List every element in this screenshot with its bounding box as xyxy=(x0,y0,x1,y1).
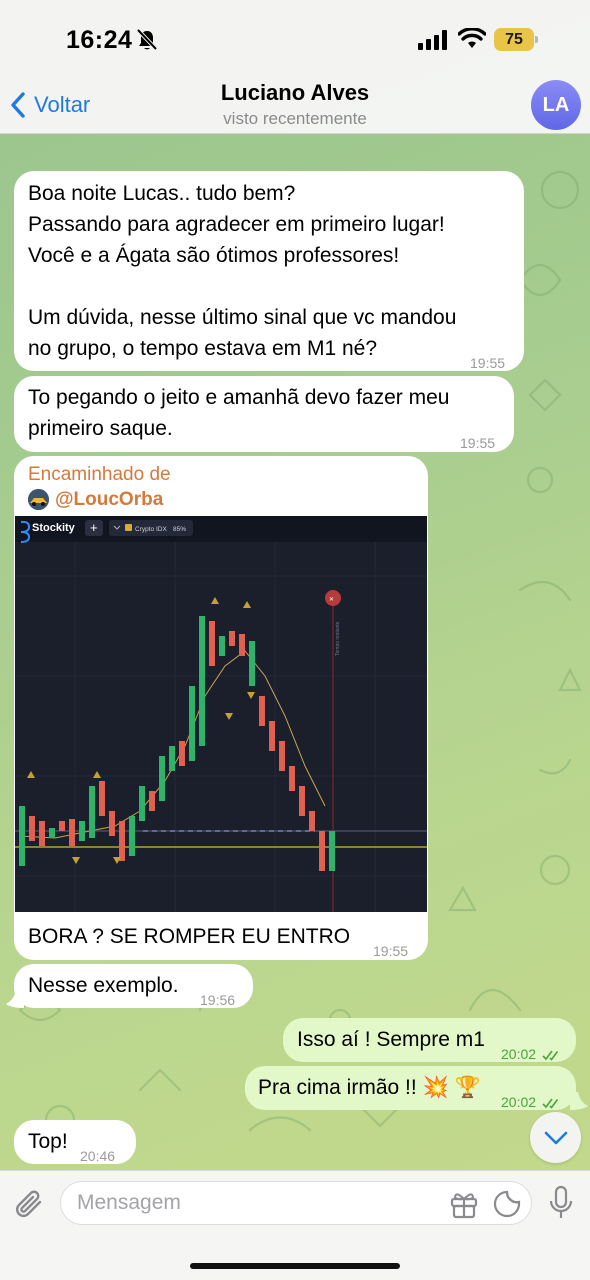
signal-icon xyxy=(418,30,447,50)
sticker-icon[interactable] xyxy=(492,1189,522,1219)
message-composer xyxy=(0,1170,590,1280)
message-time: 19:55 xyxy=(373,943,409,959)
forwarded-label: Encaminhado de xyxy=(28,464,171,485)
chat-last-seen: visto recentemente xyxy=(223,109,367,128)
avatar[interactable]: LA xyxy=(531,80,581,130)
gift-icon[interactable] xyxy=(449,1189,479,1219)
svg-text:✕: ✕ xyxy=(329,597,334,603)
add-asset-button: + xyxy=(90,520,98,535)
trading-chart-image[interactable]: Stockity + Crypto IDX 85% ✕ Tempo restan… xyxy=(15,516,427,912)
bell-off-icon xyxy=(136,28,158,51)
message-text: Boa noite Lucas.. tudo bem? Passando par… xyxy=(28,182,457,360)
message-text: To pegando o jeito e amanhã devo fazer m… xyxy=(28,386,450,440)
message-bubble-incoming[interactable]: To pegando o jeito e amanhã devo fazer m… xyxy=(14,376,514,452)
candle xyxy=(99,781,105,816)
candle xyxy=(159,756,165,801)
candle xyxy=(249,641,255,686)
candle xyxy=(289,766,295,791)
candle xyxy=(299,786,305,816)
candle xyxy=(269,721,275,751)
forwarded-username: @LoucOrba xyxy=(55,489,164,510)
candle xyxy=(39,821,45,846)
time-remaining-marker: Tempo restante xyxy=(335,621,341,656)
candle xyxy=(169,746,175,771)
candle xyxy=(29,816,35,841)
candle xyxy=(69,819,75,846)
candle xyxy=(109,811,115,836)
message-time: 19:55 xyxy=(460,435,496,451)
message-time: 19:55 xyxy=(470,355,506,371)
battery-level: 75 xyxy=(505,31,523,48)
double-check-icon xyxy=(542,1050,559,1061)
candle xyxy=(139,786,145,821)
scroll-to-bottom-button[interactable] xyxy=(530,1112,581,1163)
bubble-tail xyxy=(570,1092,588,1110)
message-bubble-incoming[interactable]: Boa noite Lucas.. tudo bem? Passando par… xyxy=(14,171,524,371)
asset-name: Crypto IDX xyxy=(135,526,167,533)
paperclip-icon[interactable] xyxy=(14,1187,46,1221)
wifi-icon xyxy=(458,28,486,48)
candle xyxy=(149,791,155,811)
candle xyxy=(209,621,215,666)
message-text: Nesse exemplo. xyxy=(28,974,179,997)
back-button[interactable]: Voltar xyxy=(10,88,90,122)
candle xyxy=(179,741,185,766)
candle xyxy=(79,821,85,841)
forwarded-from[interactable]: @LoucOrba xyxy=(28,487,171,512)
candle xyxy=(239,634,245,656)
chevron-left-icon xyxy=(11,92,25,118)
double-check-icon xyxy=(542,1098,559,1109)
candle xyxy=(49,828,55,838)
asset-payout: 85% xyxy=(173,526,186,533)
candle xyxy=(319,831,325,871)
candle xyxy=(219,636,225,656)
candle xyxy=(129,816,135,856)
candle xyxy=(19,806,25,866)
message-caption: BORA ? SE ROMPER EU ENTRO xyxy=(28,925,351,948)
candle xyxy=(259,696,265,726)
chat-title: Luciano Alves xyxy=(220,80,370,105)
candle xyxy=(189,686,195,761)
message-time-text: 20:02 xyxy=(501,1046,537,1062)
bubble-tail xyxy=(6,990,24,1008)
message-time: 20:46 xyxy=(80,1148,116,1164)
microphone-icon[interactable] xyxy=(548,1185,574,1221)
candle xyxy=(229,631,235,646)
candle xyxy=(89,786,95,838)
forwarded-avatar xyxy=(28,489,49,510)
battery-icon: 75 xyxy=(494,28,538,51)
message-bubble-incoming[interactable]: Nesse exemplo. 19:56 xyxy=(14,964,253,1008)
candle xyxy=(309,811,315,831)
message-bubble-outgoing[interactable]: Pra cima irmão !! 💥 🏆 20:02 xyxy=(245,1066,576,1110)
message-bubble-outgoing[interactable]: Isso aí ! Sempre m1 20:02 xyxy=(283,1018,576,1062)
forwarded-message-bubble[interactable]: Encaminhado de @LoucOrba Stockity + Cryp… xyxy=(14,456,428,960)
message-time: 19:56 xyxy=(200,992,236,1008)
message-time-text: 20:02 xyxy=(501,1094,537,1110)
home-indicator xyxy=(190,1263,400,1269)
message-bubble-incoming[interactable]: Top! 20:46 xyxy=(14,1120,136,1164)
candle xyxy=(199,616,205,746)
chat-title-block[interactable]: Luciano Alves visto recentemente xyxy=(145,80,445,129)
candle xyxy=(119,821,125,861)
candle xyxy=(279,741,285,771)
message-text: Top! xyxy=(28,1130,68,1153)
status-bar: 16:24 75 xyxy=(0,0,590,80)
stockity-logo: Stockity xyxy=(32,522,76,534)
candle xyxy=(329,831,335,871)
back-label: Voltar xyxy=(34,92,91,117)
chevron-down-icon xyxy=(544,1131,567,1144)
status-time: 16:24 xyxy=(66,26,133,54)
candle xyxy=(59,821,65,831)
message-text: Pra cima irmão !! 💥 🏆 xyxy=(258,1076,481,1099)
message-text: Isso aí ! Sempre m1 xyxy=(297,1028,485,1051)
